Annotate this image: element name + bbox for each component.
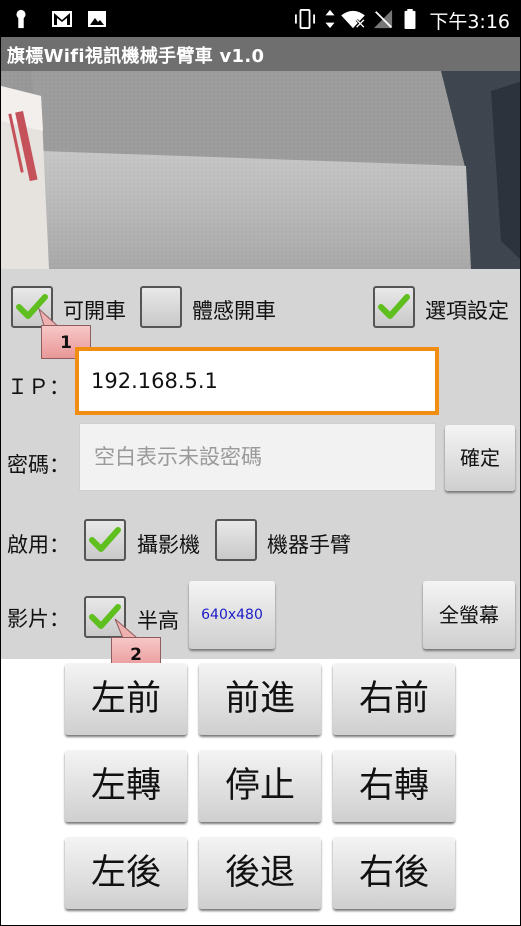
resolution-button[interactable]: 640x480	[189, 581, 275, 649]
motion-drive-checkbox[interactable]	[140, 286, 182, 328]
turn-right-button[interactable]: 右轉	[333, 750, 455, 822]
ip-label: ＩＰ：	[7, 375, 70, 399]
data-arrows-icon	[325, 9, 335, 29]
back-left-button[interactable]: 左後	[65, 837, 187, 909]
app-title: 旗標Wifi視訊機械手臂車 v1.0	[7, 46, 265, 67]
ip-input[interactable]	[75, 347, 439, 415]
fullscreen-button[interactable]: 全螢幕	[423, 581, 515, 649]
clock: 下午3:16	[429, 11, 510, 33]
battery-icon	[404, 9, 416, 29]
checkmark-icon	[378, 294, 410, 319]
control-panel: 可開車 體感開車 選項設定 1 ＩＰ： 密碼： 確定 啟用： 攝影機 機器手臂 …	[1, 269, 520, 671]
app-title-bar: 旗標Wifi視訊機械手臂車 v1.0	[1, 37, 520, 71]
no-signal-icon	[373, 9, 393, 29]
arm-label: 機器手臂	[267, 533, 351, 557]
camera-image	[1, 71, 520, 269]
gmail-icon	[52, 11, 72, 27]
camera-checkbox[interactable]	[84, 519, 126, 561]
vibrate-icon	[295, 9, 315, 29]
back-right-button[interactable]: 右後	[333, 837, 455, 909]
confirm-button[interactable]: 確定	[445, 425, 515, 491]
enable-label: 啟用：	[7, 533, 70, 557]
drive-label: 可開車	[63, 299, 126, 323]
backward-button[interactable]: 後退	[199, 837, 321, 909]
video-label: 影片：	[7, 607, 70, 631]
forward-right-button[interactable]: 右前	[333, 663, 455, 735]
settings-checkbox[interactable]	[373, 286, 415, 328]
status-bar: 下午3:16	[1, 1, 520, 37]
stop-button[interactable]: 停止	[199, 750, 321, 822]
wifi-off-icon	[341, 10, 365, 29]
settings-label: 選項設定	[425, 299, 509, 323]
forward-left-button[interactable]: 左前	[65, 663, 187, 735]
motion-drive-label: 體感開車	[192, 299, 276, 323]
arm-checkbox[interactable]	[215, 519, 257, 561]
checkmark-icon	[89, 527, 121, 552]
password-label: 密碼：	[7, 453, 70, 477]
password-input[interactable]	[79, 423, 436, 491]
keyhole-icon	[16, 9, 26, 29]
turn-left-button[interactable]: 左轉	[65, 750, 187, 822]
camera-feed	[1, 71, 520, 269]
image-icon	[88, 11, 106, 27]
camera-label: 攝影機	[137, 533, 200, 557]
forward-button[interactable]: 前進	[199, 663, 321, 735]
app-frame: 下午3:16 旗標Wifi視訊機械手臂車 v1.0 可開車 體感開車 選項設定 …	[0, 0, 521, 926]
